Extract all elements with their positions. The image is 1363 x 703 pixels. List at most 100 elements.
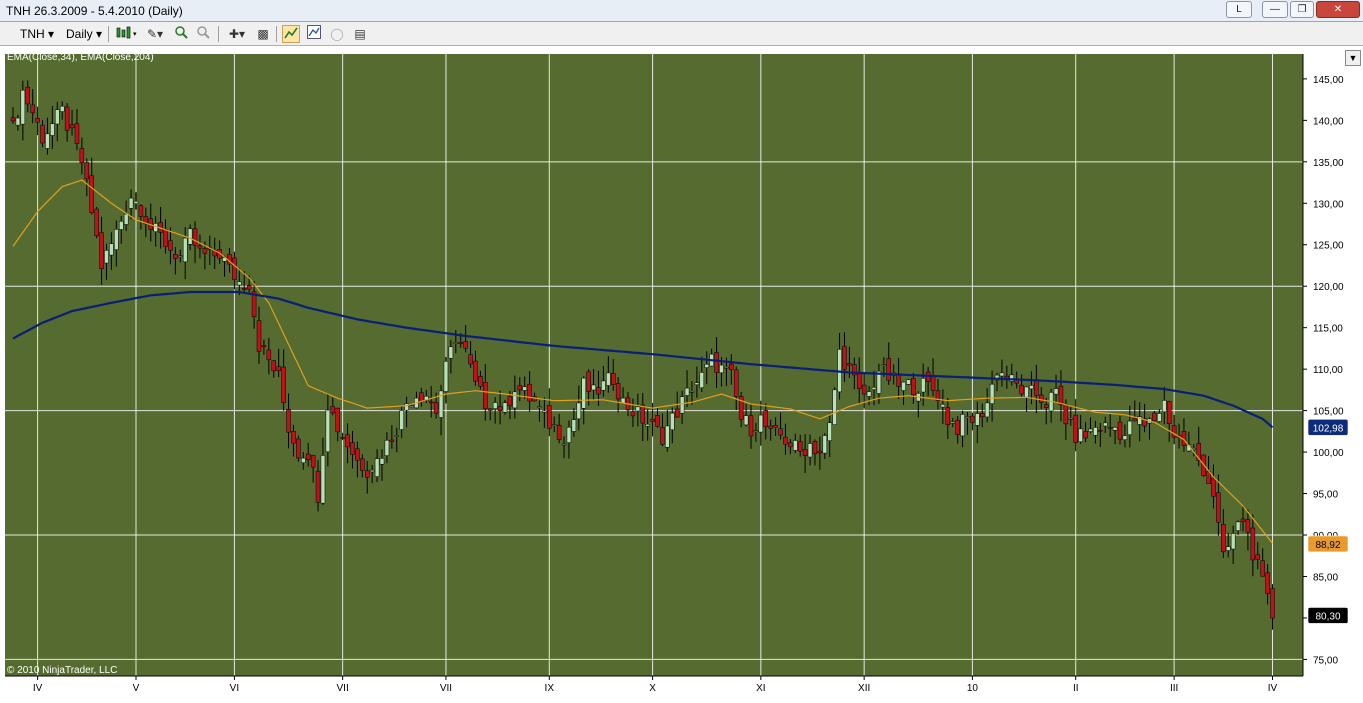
candle-down [1270,588,1275,619]
y-tick-label: 145,00 [1313,75,1344,86]
candle-down [99,232,104,269]
strategy-icon[interactable] [282,25,300,43]
copyright-label: © 2010 NinjaTrader, LLC [7,665,118,676]
candle-down [30,104,35,114]
candle-down [40,124,45,144]
candle-down [660,427,665,445]
candle-down [355,448,360,461]
candle-up [453,342,459,344]
price-chart[interactable]: 145,00 140,00 135,00 130,00 125,00 120,00 115,… [0,46,1363,703]
candle-down [955,419,960,435]
crosshair-icon[interactable]: ✚▾ [224,25,250,43]
candle-down [1073,414,1078,443]
candle-down [497,406,503,412]
candle-down [428,401,434,404]
candle-up [492,402,498,409]
candle-down [856,373,862,389]
candle-down [291,431,296,444]
candle-up [1230,533,1236,550]
candle-up [20,90,26,125]
candle-up [743,415,749,426]
candle-down [797,441,803,452]
zoom-in-icon[interactable] [172,25,190,43]
x-tick-label: III [1170,683,1178,694]
minimize-button[interactable]: — [1262,1,1288,18]
candle-down [335,407,340,433]
zoom-out-icon[interactable] [194,25,212,43]
candle-down [1034,380,1039,396]
indicator-icon[interactable] [305,25,323,43]
indicator-label: EMA(Close,34), EMA(Close,204) [7,52,154,63]
candle-down [74,123,80,144]
pencil-icon[interactable]: ✎▾ [144,25,166,43]
data-box-icon[interactable]: ▤ [351,25,369,43]
x-tick-label: IX [545,683,555,694]
candle-up [581,377,586,409]
candle-down [197,245,203,249]
candle-down [261,345,267,348]
candle-up [699,372,705,389]
candle-down [202,248,208,254]
candle-down [1063,404,1069,425]
x-tick-label: VII [440,683,452,694]
candle-down [596,387,601,395]
candle-down [886,358,892,381]
properties-icon[interactable]: ▩ [254,25,272,43]
candle-up [1127,420,1133,435]
candle-up [448,346,454,359]
candle-up [1024,386,1029,398]
candle-up [665,425,670,448]
candle-up [551,424,557,426]
candle-down [773,425,778,428]
candle-up [827,422,832,441]
y-tick-label: 120,00 [1313,282,1344,293]
y-tick-label: 100,00 [1313,448,1344,459]
candle-down [163,229,168,247]
candle-up [965,416,970,418]
candlestick-icon[interactable]: ▾ [114,25,138,43]
period-selector[interactable]: Daily ▾ [66,25,102,43]
candle-down [817,450,823,454]
chart-toolbar: TNH ▾ Daily ▾ ▾ ✎▾ ✚▾ ▩ ◯ ▤ [0,22,1363,46]
candle-up [1053,388,1059,395]
x-tick-label: 10 [967,683,979,694]
x-tick-label: IV [1268,683,1278,694]
candle-down [768,425,773,429]
candle-up [871,387,877,390]
candle-down [286,408,291,433]
chart-panel[interactable]: 145,00 140,00 135,00 130,00 125,00 120,00 115,… [0,46,1363,703]
x-tick-label: IV [33,683,43,694]
candle-down [483,381,488,410]
candle-up [684,387,690,396]
maximize-button[interactable]: ❐ [1290,1,1314,18]
candle-up [404,403,409,411]
y-tick-label: 115,00 [1313,324,1343,335]
candle-up [960,414,965,437]
globe-icon[interactable]: ◯ [328,25,346,43]
candle-down [1107,427,1113,429]
candle-up [670,412,675,431]
candle-down [468,354,473,365]
candle-up [1088,428,1093,432]
candle-down [1221,523,1226,553]
chevron-down-icon[interactable]: ▼ [1345,50,1361,66]
candle-down [586,371,591,392]
candle-down [340,437,345,439]
y-tick-label: 95,00 [1313,490,1338,501]
candle-down [674,408,680,418]
x-tick-label: X [649,683,656,694]
candle-up [379,458,385,465]
candle-down [79,148,85,164]
close-button[interactable]: ✕ [1316,1,1360,18]
candle-up [104,250,109,264]
candle-up [807,443,813,458]
instrument-selector[interactable]: TNH ▾ [20,25,54,43]
candle-down [64,106,70,131]
svg-text:▾: ▾ [133,31,137,38]
link-button[interactable]: L [1226,1,1252,18]
candle-up [601,380,606,391]
candle-down [896,374,901,387]
candle-down [168,240,173,251]
candle-down [305,453,311,460]
price-badge-label: 88,92 [1315,540,1340,551]
